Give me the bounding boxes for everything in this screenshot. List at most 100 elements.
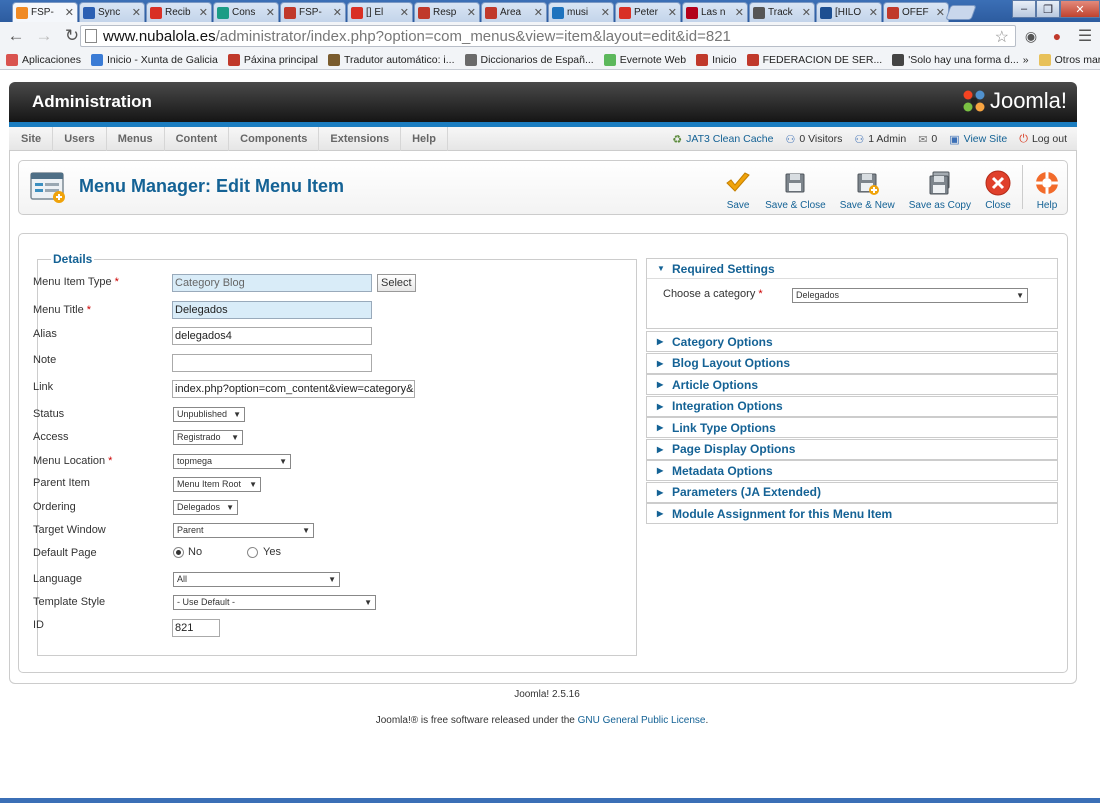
options-panel-header[interactable]: ▶ Module Assignment for this Menu Item bbox=[647, 504, 1057, 523]
clean-cache-link[interactable]: ♻ JAT3 Clean Cache bbox=[672, 133, 773, 146]
help-button[interactable]: Help bbox=[1027, 165, 1067, 211]
options-panel-header[interactable]: ▶ Metadata Options bbox=[647, 461, 1057, 480]
menu-item-type-field[interactable]: Category Blog bbox=[172, 274, 372, 292]
options-panel-header[interactable]: ▶ Article Options bbox=[647, 375, 1057, 394]
template-style-select[interactable]: - Use Default - ▼ bbox=[173, 595, 376, 610]
menu-title-input[interactable]: Delegados bbox=[172, 301, 372, 319]
menu-extensions[interactable]: Extensions bbox=[319, 127, 402, 151]
tab-close-icon[interactable]: ✕ bbox=[132, 6, 141, 19]
forward-arrow-icon[interactable]: → bbox=[32, 24, 56, 48]
parent-item-select[interactable]: Menu Item Root ▼ bbox=[173, 477, 261, 492]
maximize-icon[interactable]: ❐ bbox=[1036, 0, 1060, 18]
save-close-button[interactable]: Save & Close bbox=[758, 165, 833, 211]
save-new-button[interactable]: Save & New bbox=[833, 165, 902, 211]
access-select[interactable]: Registrado ▼ bbox=[173, 430, 243, 445]
tab-close-icon[interactable]: ✕ bbox=[802, 6, 811, 19]
options-panel: ▶ Parameters (JA Extended) bbox=[646, 481, 1058, 503]
tab-close-icon[interactable]: ✕ bbox=[869, 6, 878, 19]
browser-tab[interactable]: FSP- ✕ bbox=[12, 2, 78, 22]
logout-link[interactable]: ⏻ Log out bbox=[1019, 133, 1067, 146]
browser-tab[interactable]: [] El ✕ bbox=[347, 2, 413, 22]
tab-close-icon[interactable]: ✕ bbox=[65, 6, 74, 19]
browser-tab[interactable]: Las n ✕ bbox=[682, 2, 748, 22]
alias-input[interactable]: delegados4 bbox=[172, 327, 372, 345]
save-button[interactable]: Save bbox=[718, 165, 758, 211]
triangle-right-icon: ▶ bbox=[657, 423, 664, 432]
tab-close-icon[interactable]: ✕ bbox=[333, 6, 342, 19]
minimize-icon[interactable]: – bbox=[1012, 0, 1036, 18]
default-no-radio[interactable] bbox=[173, 547, 184, 558]
tab-close-icon[interactable]: ✕ bbox=[467, 6, 476, 19]
options-panel-header[interactable]: ▶ Integration Options bbox=[647, 397, 1057, 416]
extension-icon[interactable]: ◉ bbox=[1022, 27, 1040, 45]
bookmark-item[interactable]: FEDERACION DE SER... bbox=[746, 53, 882, 66]
tab-close-icon[interactable]: ✕ bbox=[735, 6, 744, 19]
back-arrow-icon[interactable]: ← bbox=[4, 24, 28, 48]
browser-tab[interactable]: [HILO ✕ bbox=[816, 2, 882, 22]
tab-close-icon[interactable]: ✕ bbox=[199, 6, 208, 19]
language-select[interactable]: All ▼ bbox=[173, 572, 340, 587]
status-select[interactable]: Unpublished ▼ bbox=[173, 407, 245, 422]
target-window-select[interactable]: Parent ▼ bbox=[173, 523, 314, 538]
chevron-down-icon: ▼ bbox=[302, 526, 310, 535]
browser-tab[interactable]: Peter ✕ bbox=[615, 2, 681, 22]
menu-menus[interactable]: Menus bbox=[107, 127, 165, 151]
save-copy-button[interactable]: Save as Copy bbox=[902, 165, 978, 211]
link-input[interactable]: index.php?option=com_content&view=catego… bbox=[172, 380, 415, 398]
bookmark-item[interactable]: Páxina principal bbox=[227, 53, 318, 66]
default-yes-radio[interactable] bbox=[247, 547, 258, 558]
menu-help[interactable]: Help bbox=[401, 127, 448, 151]
browser-tab[interactable]: Recib ✕ bbox=[146, 2, 212, 22]
options-panel-header[interactable]: ▶ Category Options bbox=[647, 332, 1057, 351]
close-button[interactable]: Close bbox=[978, 165, 1018, 211]
messages-link[interactable]: ✉ 0 bbox=[918, 133, 937, 146]
bookmark-item[interactable]: Inicio bbox=[696, 53, 737, 66]
menu-users[interactable]: Users bbox=[53, 127, 107, 151]
select-type-button[interactable]: Select bbox=[377, 274, 416, 292]
category-select[interactable]: Delegados ▼ bbox=[792, 288, 1028, 303]
required-settings-header[interactable]: ▼ Required Settings bbox=[647, 259, 1057, 278]
other-bookmarks[interactable]: Otros marcadores bbox=[1038, 53, 1100, 66]
tab-close-icon[interactable]: ✕ bbox=[400, 6, 409, 19]
bookmark-item[interactable]: Diccionarios de Españ... bbox=[464, 53, 594, 66]
tab-close-icon[interactable]: ✕ bbox=[936, 6, 945, 19]
bookmark-item[interactable]: Aplicaciones bbox=[6, 53, 81, 66]
browser-tab[interactable]: Resp ✕ bbox=[414, 2, 480, 22]
options-panel-header[interactable]: ▶ Blog Layout Options bbox=[647, 354, 1057, 373]
note-input[interactable] bbox=[172, 354, 372, 372]
tab-close-icon[interactable]: ✕ bbox=[601, 6, 610, 19]
window-close-icon[interactable]: ✕ bbox=[1060, 0, 1100, 18]
bookmarks-overflow-button[interactable]: » bbox=[1023, 54, 1029, 66]
bookmark-item[interactable]: 'Solo hay una forma d... bbox=[892, 53, 1019, 66]
bookmark-item[interactable]: Tradutor automático: i... bbox=[328, 53, 455, 66]
menu-content[interactable]: Content bbox=[165, 127, 230, 151]
options-panel-header[interactable]: ▶ Link Type Options bbox=[647, 418, 1057, 437]
browser-tab[interactable]: Sync ✕ bbox=[79, 2, 145, 22]
tab-close-icon[interactable]: ✕ bbox=[668, 6, 677, 19]
options-panel-header[interactable]: ▶ Page Display Options bbox=[647, 440, 1057, 459]
browser-tab[interactable]: Cons ✕ bbox=[213, 2, 279, 22]
browser-tab[interactable]: Track ✕ bbox=[749, 2, 815, 22]
bookmark-item[interactable]: Evernote Web bbox=[603, 53, 686, 66]
extension-red-icon[interactable]: ● bbox=[1048, 27, 1066, 45]
menu-site[interactable]: Site bbox=[10, 127, 54, 151]
address-bar[interactable]: www.nubalola.es/administrator/index.php?… bbox=[80, 25, 1016, 47]
help-lifebuoy-icon bbox=[1036, 172, 1058, 194]
browser-tab[interactable]: musi ✕ bbox=[548, 2, 614, 22]
view-site-link[interactable]: ▣ View Site bbox=[949, 133, 1007, 146]
tab-close-icon[interactable]: ✕ bbox=[534, 6, 543, 19]
bookmark-item[interactable]: Inicio - Xunta de Galicia bbox=[90, 53, 218, 66]
browser-tab[interactable]: OFEF ✕ bbox=[883, 2, 949, 22]
bookmark-star-icon[interactable]: ☆ bbox=[995, 27, 1009, 47]
browser-tab[interactable]: FSP- ✕ bbox=[280, 2, 346, 22]
gnu-license-link[interactable]: GNU General Public License bbox=[578, 715, 706, 726]
menu-components[interactable]: Components bbox=[229, 127, 320, 151]
tab-favicon-icon bbox=[83, 6, 95, 19]
menu-location-select[interactable]: topmega ▼ bbox=[173, 454, 291, 469]
ordering-select[interactable]: Delegados ▼ bbox=[173, 500, 238, 515]
tab-close-icon[interactable]: ✕ bbox=[266, 6, 275, 19]
browser-tab[interactable]: Área ✕ bbox=[481, 2, 547, 22]
options-panel-header[interactable]: ▶ Parameters (JA Extended) bbox=[647, 483, 1057, 502]
admin-user-icon: ⚇ bbox=[854, 133, 865, 146]
menu-icon[interactable]: ☰ bbox=[1076, 27, 1094, 45]
